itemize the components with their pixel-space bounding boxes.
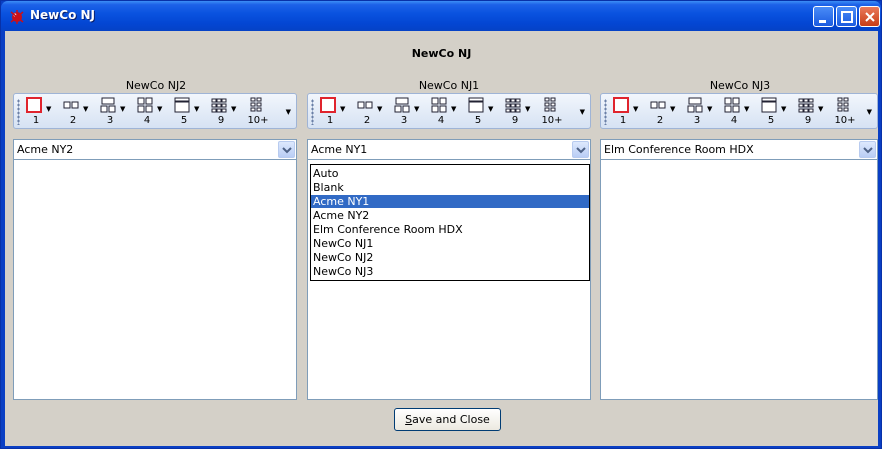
chevron-down-icon[interactable]: ▼	[818, 105, 823, 113]
toolbar-grip[interactable]	[311, 99, 314, 125]
toolbar-overflow-icon[interactable]: ▼	[867, 108, 872, 116]
toolbar-grip[interactable]	[604, 99, 607, 125]
layout-1-button[interactable]: 1 ▼	[24, 97, 52, 127]
save-and-close-button[interactable]: Save and Close	[394, 408, 501, 431]
layout-5-button[interactable]: 5 ▼	[172, 97, 200, 127]
layout-1-button[interactable]: 1 ▼	[611, 97, 639, 127]
layout-4-button[interactable]: 4 ▼	[135, 97, 163, 127]
toolbar-grip[interactable]	[17, 99, 20, 125]
layout-3-button[interactable]: 3 ▼	[685, 97, 713, 127]
layout-10plus-button[interactable]: 10+	[540, 97, 568, 127]
dropdown-arrow-icon[interactable]	[278, 141, 295, 158]
panel-site-select[interactable]: Acme NY1	[307, 139, 591, 160]
layout-9-button[interactable]: 9 ▼	[503, 97, 531, 127]
site-dropdown-list: Auto Blank Acme NY1 Acme NY2 Elm Confere…	[310, 164, 590, 281]
layout-5-button[interactable]: 5 ▼	[759, 97, 787, 127]
panel-site-select[interactable]: Elm Conference Room HDX	[600, 139, 878, 160]
dropdown-option-selected[interactable]: Acme NY1	[311, 195, 589, 208]
app-logo-icon	[9, 9, 25, 25]
chevron-down-icon[interactable]: ▼	[781, 105, 786, 113]
chevron-down-icon[interactable]: ▼	[670, 105, 675, 113]
layout-10plus-button[interactable]: 10+	[833, 97, 861, 127]
chevron-down-icon[interactable]: ▼	[231, 105, 236, 113]
layout-2-button[interactable]: 2 ▼	[648, 97, 676, 127]
layout-4-button[interactable]: 4 ▼	[722, 97, 750, 127]
layout-3-button[interactable]: 3 ▼	[98, 97, 126, 127]
save-button-label: ave and Close	[412, 413, 490, 426]
layout-10plus-button[interactable]: 10+	[246, 97, 274, 127]
chevron-down-icon[interactable]: ▼	[120, 105, 125, 113]
chevron-down-icon[interactable]: ▼	[488, 105, 493, 113]
chevron-down-icon[interactable]: ▼	[83, 105, 88, 113]
chevron-down-icon[interactable]: ▼	[157, 105, 162, 113]
window-title: NewCo NJ	[30, 8, 96, 22]
select-value: Acme NY2	[17, 143, 74, 156]
layout-4-button[interactable]: 4 ▼	[429, 97, 457, 127]
layout-toolbar: 1 ▼ 2 ▼ 3 ▼ 4 ▼ 5 ▼ 9 ▼ 10+ ▼	[13, 93, 297, 129]
layout-toolbar: 1 ▼ 2 ▼ 3 ▼ 4 ▼ 5 ▼ 9 ▼ 10+ ▼	[600, 93, 878, 129]
layout-9-button[interactable]: 9 ▼	[209, 97, 237, 127]
dropdown-option[interactable]: NewCo NJ3	[311, 265, 589, 278]
toolbar-overflow-icon[interactable]: ▼	[286, 108, 291, 116]
layout-3-button[interactable]: 3 ▼	[392, 97, 420, 127]
select-value: Elm Conference Room HDX	[604, 143, 754, 156]
dropdown-option[interactable]: Elm Conference Room HDX	[311, 223, 589, 236]
panel-site-select[interactable]: Acme NY2	[13, 139, 297, 160]
chevron-down-icon[interactable]: ▼	[707, 105, 712, 113]
layout-5-button[interactable]: 5 ▼	[466, 97, 494, 127]
chevron-down-icon[interactable]: ▼	[46, 105, 51, 113]
dropdown-option[interactable]: NewCo NJ1	[311, 237, 589, 250]
layout-2-button[interactable]: 2 ▼	[355, 97, 383, 127]
dropdown-option[interactable]: Auto	[311, 167, 589, 180]
chevron-down-icon[interactable]: ▼	[525, 105, 530, 113]
select-value: Acme NY1	[311, 143, 368, 156]
panel-label: NewCo NJ2	[125, 79, 187, 92]
dropdown-arrow-icon[interactable]	[859, 141, 876, 158]
panel-label: NewCo NJ1	[418, 79, 480, 92]
layout-toolbar: 1 ▼ 2 ▼ 3 ▼ 4 ▼ 5 ▼ 9 ▼ 10+ ▼	[307, 93, 591, 129]
chevron-down-icon[interactable]: ▼	[340, 105, 345, 113]
chevron-down-icon[interactable]: ▼	[377, 105, 382, 113]
client-area: NewCo NJ NewCo NJ2 1 ▼ 2 ▼ 3 ▼ 4 ▼ 5 ▼ 9…	[5, 31, 878, 446]
dropdown-option[interactable]: NewCo NJ2	[311, 251, 589, 264]
toolbar-overflow-icon[interactable]: ▼	[580, 108, 585, 116]
dropdown-option[interactable]: Blank	[311, 181, 589, 194]
layout-1-button[interactable]: 1 ▼	[318, 97, 346, 127]
chevron-down-icon[interactable]: ▼	[451, 105, 456, 113]
maximize-button[interactable]	[836, 6, 857, 27]
close-button[interactable]	[859, 6, 880, 27]
dropdown-option[interactable]: Acme NY2	[311, 209, 589, 222]
title-bar[interactable]: NewCo NJ	[1, 1, 881, 31]
chevron-down-icon[interactable]: ▼	[194, 105, 199, 113]
page-title: NewCo NJ	[411, 47, 472, 60]
app-window: NewCo NJ NewCo NJ NewCo NJ2 1 ▼ 2 ▼ 3 ▼ …	[0, 0, 882, 449]
panel-list[interactable]	[600, 160, 878, 400]
chevron-down-icon[interactable]: ▼	[633, 105, 638, 113]
chevron-down-icon[interactable]: ▼	[744, 105, 749, 113]
minimize-button[interactable]	[813, 6, 834, 27]
layout-9-button[interactable]: 9 ▼	[796, 97, 824, 127]
dropdown-arrow-icon[interactable]	[572, 141, 589, 158]
chevron-down-icon[interactable]: ▼	[414, 105, 419, 113]
panel-label: NewCo NJ3	[709, 79, 771, 92]
panel-list[interactable]	[13, 160, 297, 400]
layout-2-button[interactable]: 2 ▼	[61, 97, 89, 127]
